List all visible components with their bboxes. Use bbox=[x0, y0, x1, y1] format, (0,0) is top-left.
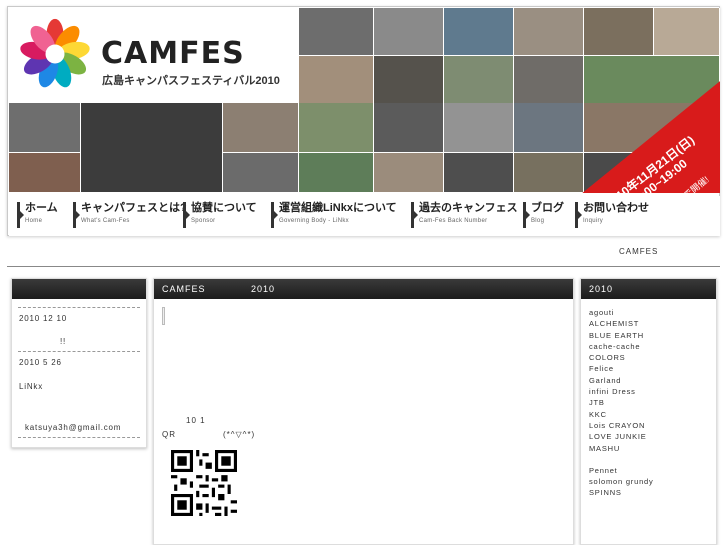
left-sidebar-header bbox=[12, 279, 146, 299]
logo-area[interactable]: CAMFES 広島キャンパスフェスティバル2010 bbox=[9, 8, 299, 103]
nav-back-number[interactable]: 過去のキャンフェス Cam-Fes Back Number bbox=[411, 200, 518, 234]
main-content: CAMFES 2010 10 1 QR (*^▽^*) bbox=[153, 278, 574, 545]
main-text-qr: QR bbox=[162, 430, 176, 439]
main-nav: ホーム Home キャンパフェスとは? What's Cam-Fes 協賛につい… bbox=[9, 196, 720, 236]
main-text-line: 10 1 bbox=[186, 416, 206, 425]
text-cursor bbox=[162, 307, 165, 325]
sponsor-sidebar: 2010 agouti ALCHEMIST BLUE EARTH cache-c… bbox=[580, 278, 717, 545]
logo-title: CAMFES bbox=[101, 36, 245, 71]
logo-subtitle: 広島キャンパスフェスティバル2010 bbox=[102, 75, 280, 87]
photo-collage-banner: CAMFES 広島キャンパスフェスティバル2010 2010年11月21日(日)… bbox=[9, 8, 720, 193]
flower-logo-icon bbox=[20, 18, 90, 88]
site-header: CAMFES 広島キャンパスフェスティバル2010 2010年11月21日(日)… bbox=[7, 6, 720, 236]
sponsor-item[interactable]: agouti bbox=[581, 307, 716, 318]
sponsor-sidebar-header: 2010 bbox=[581, 279, 716, 299]
nav-sponsor[interactable]: 協賛について Sponsor bbox=[183, 200, 257, 234]
main-title: CAMFES bbox=[162, 284, 206, 294]
sponsor-item[interactable]: cache-cache bbox=[581, 341, 716, 352]
main-text-emoticon: (*^▽^*) bbox=[223, 430, 256, 439]
sponsor-item[interactable]: COLORS bbox=[581, 352, 716, 363]
sponsor-item[interactable]: LOVE JUNKIE bbox=[581, 431, 716, 442]
news-date: 2010 5 26 bbox=[19, 358, 62, 367]
sponsor-item[interactable]: Pennet bbox=[581, 465, 716, 476]
news-text: LiNkx bbox=[19, 382, 44, 391]
nav-inquiry[interactable]: お問い合わせ Inquiry bbox=[575, 200, 649, 234]
contact-email[interactable]: katsuya3h@gmail.com bbox=[25, 423, 121, 432]
sponsor-item[interactable]: BLUE EARTH bbox=[581, 330, 716, 341]
event-ribbon bbox=[582, 81, 720, 193]
sponsor-list: agouti ALCHEMIST BLUE EARTH cache-cache … bbox=[581, 307, 716, 499]
divider bbox=[18, 437, 140, 438]
nav-governing-body[interactable]: 運営組織LiNkxについて Governing Body - LiNkx bbox=[271, 200, 397, 234]
nav-home[interactable]: ホーム Home bbox=[17, 200, 58, 234]
news-text: !! bbox=[60, 337, 67, 346]
sponsor-item[interactable]: Garland bbox=[581, 375, 716, 386]
sponsor-item[interactable]: KKC bbox=[581, 409, 716, 420]
sponsor-item[interactable]: infini Dress bbox=[581, 386, 716, 397]
left-sidebar: 2010 12 10 !! 2010 5 26 LiNkx katsuya3h@… bbox=[11, 278, 147, 448]
nav-about[interactable]: キャンパフェスとは? What's Cam-Fes bbox=[73, 200, 187, 234]
sponsor-item[interactable]: Felice bbox=[581, 363, 716, 374]
main-title-year: 2010 bbox=[251, 284, 276, 294]
breadcrumb[interactable]: CAMFES bbox=[619, 247, 658, 256]
sponsor-item[interactable]: SPINNS bbox=[581, 487, 716, 498]
main-header: CAMFES 2010 bbox=[154, 279, 573, 299]
sponsor-item[interactable]: JTB bbox=[581, 397, 716, 408]
qr-code-icon[interactable] bbox=[171, 450, 237, 516]
divider bbox=[7, 266, 720, 267]
news-date: 2010 12 10 bbox=[19, 314, 68, 323]
sponsor-item[interactable]: MASHU bbox=[581, 443, 716, 454]
sponsor-item[interactable]: Lois CRAYON bbox=[581, 420, 716, 431]
nav-blog[interactable]: ブログ Blog bbox=[523, 200, 564, 234]
divider bbox=[18, 307, 140, 308]
sponsor-item[interactable]: ALCHEMIST bbox=[581, 318, 716, 329]
divider bbox=[18, 351, 140, 352]
sponsor-item[interactable]: solomon grundy bbox=[581, 476, 716, 487]
